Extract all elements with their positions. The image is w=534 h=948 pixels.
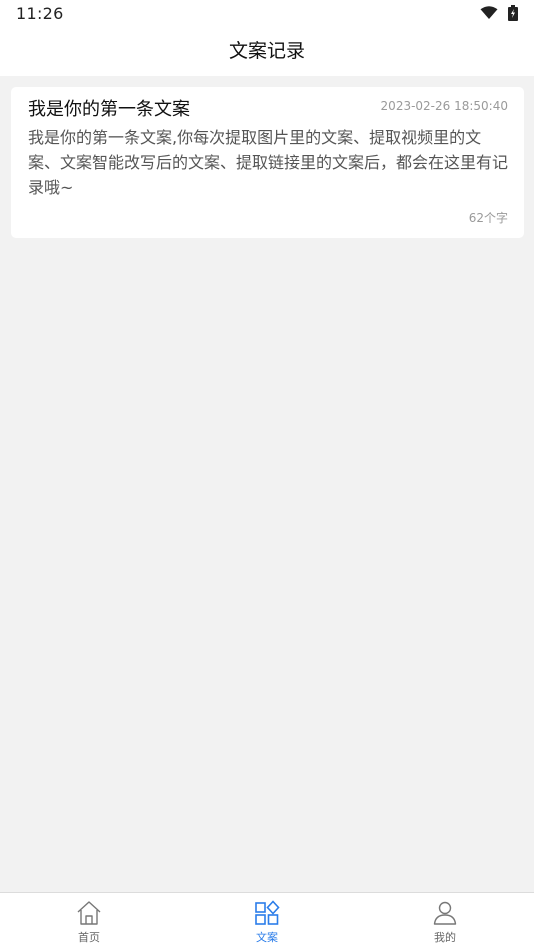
user-icon bbox=[431, 899, 459, 927]
record-list: 我是你的第一条文案 2023-02-26 18:50:40 我是你的第一条文案,… bbox=[11, 87, 524, 238]
status-bar: 11:26 bbox=[0, 0, 534, 28]
tab-copywriting[interactable]: 文案 bbox=[178, 893, 356, 948]
screen: 11:26 文案记录 我是你的第一条文案 2023-02-26 18:50:40… bbox=[0, 0, 534, 948]
tab-home[interactable]: 首页 bbox=[0, 893, 178, 948]
tab-bar: 首页 文案 我的 bbox=[0, 892, 534, 948]
battery-charging-icon bbox=[508, 5, 518, 21]
tab-home-label: 首页 bbox=[78, 931, 100, 944]
page-title: 文案记录 bbox=[228, 40, 305, 62]
top-area: 11:26 文案记录 bbox=[0, 0, 534, 76]
record-time: 2023-02-26 18:50:40 bbox=[380, 99, 508, 113]
record-word-count: 62个字 bbox=[468, 211, 508, 225]
status-icons bbox=[480, 5, 518, 21]
home-icon bbox=[75, 899, 103, 927]
record-content: 我是你的第一条文案,你每次提取图片里的文案、提取视频里的文案、文案智能改写后的文… bbox=[28, 128, 509, 197]
wifi-icon bbox=[480, 6, 498, 20]
grid-diamond-icon bbox=[253, 899, 281, 927]
record-card[interactable]: 我是你的第一条文案 2023-02-26 18:50:40 我是你的第一条文案,… bbox=[11, 87, 524, 238]
tab-copywriting-label: 文案 bbox=[256, 931, 278, 944]
status-time: 11:26 bbox=[16, 4, 64, 23]
tab-mine[interactable]: 我的 bbox=[356, 893, 534, 948]
record-title: 我是你的第一条文案 bbox=[28, 99, 190, 120]
tab-mine-label: 我的 bbox=[434, 931, 456, 944]
